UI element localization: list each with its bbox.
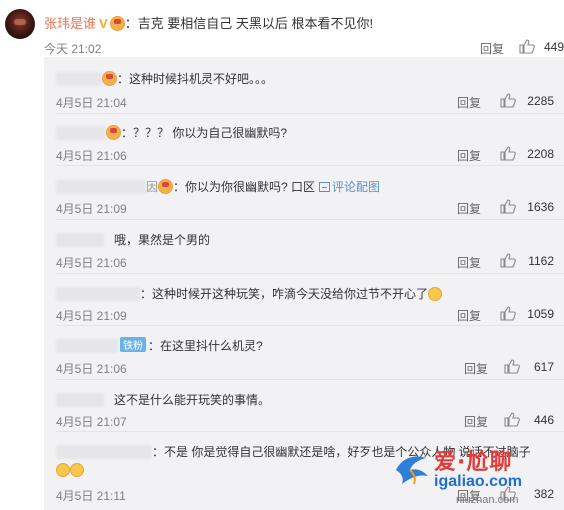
bird-logo-icon: [396, 456, 428, 485]
watermark-title: 爱·尬聊: [434, 450, 513, 475]
avatar[interactable]: [5, 9, 35, 39]
watermark-url: igaliao.com: [434, 473, 523, 490]
reply-text: 哦，果然是个男的: [114, 233, 211, 247]
reply-time: 4月5日 21:07: [56, 415, 127, 429]
reply-text-line: 哦，果然是个男的: [56, 231, 210, 248]
main-comment: 张玮是谁 V ：吉克 要相信自己 天黑以后 根本看不见你! 今天 21:02 回复 …: [0, 0, 564, 57]
reply-button[interactable]: 回复: [457, 94, 481, 111]
v-badge-icon: V: [99, 16, 108, 31]
reply-text: ：这种时候开这种玩笑，咋滴今天没给你过节不开心了: [140, 287, 429, 301]
like-icon[interactable]: [500, 253, 516, 268]
blurred-username[interactable]: [56, 339, 118, 353]
like-count: 1059: [527, 307, 554, 321]
divider: [56, 379, 564, 380]
main-comment-text: ：吉克 要相信自己 天黑以后 根本看不见你!: [124, 16, 374, 31]
blurred-username[interactable]: [56, 445, 152, 459]
like-icon[interactable]: [500, 199, 516, 214]
blurred-username[interactable]: [56, 393, 104, 407]
like-count: 449: [543, 40, 564, 54]
divider: [56, 165, 564, 166]
like-count: 2285: [527, 94, 554, 108]
like-icon[interactable]: [504, 359, 520, 374]
member-badge-icon: [109, 16, 125, 31]
divider: [56, 219, 564, 220]
main-comment-line: 张玮是谁 V ：吉克 要相信自己 天黑以后 根本看不见你!: [44, 13, 373, 32]
comment-picture-link[interactable]: 评论配图: [332, 180, 380, 194]
reply-button[interactable]: 回复: [457, 200, 481, 217]
reply-time: 4月5日 21:06: [56, 256, 127, 270]
reply-button[interactable]: 回复: [464, 360, 488, 377]
reply-button[interactable]: 回复: [480, 40, 504, 57]
blurred-username[interactable]: [56, 233, 104, 247]
reply-text: ：这种时候抖机灵不好吧。。。: [117, 72, 274, 86]
reply-time: 4月5日 21:11: [56, 489, 126, 503]
blurred-username[interactable]: [56, 72, 102, 86]
reply-text-line: ：？？？ 你以为自己很幽默吗?: [56, 124, 287, 141]
divider: [56, 113, 564, 114]
like-count: 1636: [527, 200, 554, 214]
main-comment-time: 今天 21:02: [44, 42, 102, 56]
watermark-subtext: niuzhan.com: [456, 494, 519, 506]
reply-emoji-line: [56, 463, 84, 477]
blurred-username[interactable]: [56, 287, 140, 301]
divider: [56, 273, 564, 274]
reply-text-line: ：这种时候开这种玩笑，咋滴今天没给你过节不开心了: [56, 285, 443, 302]
member-badge-icon: [158, 179, 174, 194]
reply-text-line: 铁粉 ：在这里抖什么机灵?: [56, 337, 263, 354]
reply-button[interactable]: 回复: [464, 413, 488, 430]
username[interactable]: 张玮是谁: [44, 16, 96, 31]
like-icon[interactable]: [500, 146, 516, 161]
reply-time: 4月5日 21:06: [56, 362, 127, 376]
grin-emoji-icon: [70, 463, 84, 477]
reply-time: 4月5日 21:06: [56, 149, 127, 163]
blurred-username[interactable]: [56, 126, 106, 140]
like-icon[interactable]: [504, 412, 520, 427]
reply-text-line: 这不是什么能开玩笑的事情。: [56, 391, 270, 408]
reply-text-line: 因 ：你以为你很幽默吗? 口区 评论配图: [56, 178, 380, 195]
site-watermark: 爱·尬聊 igaliao.com niuzhan.com: [392, 440, 564, 510]
reply-text: ：？？？ 你以为自己很幽默吗?: [121, 126, 288, 140]
reply-text-line: ：这种时候抖机灵不好吧。。。: [56, 70, 273, 87]
sweat-smile-emoji-icon: [56, 463, 70, 477]
member-badge-icon: [106, 125, 121, 140]
reply-button[interactable]: 回复: [457, 254, 481, 271]
member-badge-icon: [102, 71, 117, 86]
reply-time: 4月5日 21:09: [56, 309, 127, 323]
fan-badge: 铁粉: [120, 337, 146, 352]
reply-text: 这不是什么能开玩笑的事情。: [114, 393, 271, 407]
like-count: 2208: [527, 147, 554, 161]
reply-text: ：你以为你很幽默吗? 口区: [173, 180, 316, 194]
blurred-username[interactable]: [56, 180, 146, 194]
reply-button[interactable]: 回复: [457, 147, 481, 164]
divider: [56, 431, 564, 432]
username-tail: 因: [146, 180, 159, 194]
like-icon[interactable]: [500, 93, 516, 108]
reply-time: 4月5日 21:04: [56, 96, 127, 110]
like-icon[interactable]: [519, 39, 535, 54]
reply-text: ：在这里抖什么机灵?: [148, 339, 263, 353]
picture-icon[interactable]: [319, 182, 331, 192]
blush-emoji-icon: [428, 287, 443, 301]
like-icon[interactable]: [500, 306, 516, 321]
like-count: 617: [533, 360, 554, 374]
like-count: 446: [533, 413, 554, 427]
reply-time: 4月5日 21:09: [56, 202, 127, 216]
reply-button[interactable]: 回复: [457, 307, 481, 324]
like-count: 1162: [528, 254, 554, 268]
divider: [56, 325, 564, 326]
